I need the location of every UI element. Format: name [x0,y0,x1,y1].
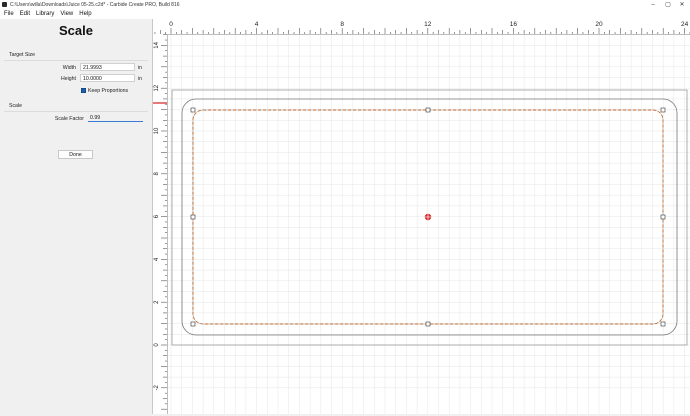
design-canvas[interactable] [168,35,690,414]
ruler-label: 16 [510,21,518,28]
app-icon [2,2,7,7]
menu-view[interactable]: View [60,11,73,17]
width-field[interactable]: 21.9993 [80,63,135,71]
resize-handle [190,214,196,220]
width-unit: in [138,65,143,71]
section-divider [4,111,148,112]
height-field[interactable]: 10.0000 [80,74,135,82]
keep-proportions-checkbox[interactable] [81,88,86,93]
resize-handle [660,107,666,113]
resize-handle [190,107,196,113]
left-ruler: 14 12 10 8 6 4 2 0 -2 [153,34,168,414]
ruler-label: 14 [154,41,160,48]
minimize-icon[interactable]: – [646,0,660,9]
ruler-label: 12 [154,84,160,91]
height-label: Height [61,76,76,82]
target-size-label: Target Size [9,52,35,58]
menu-bar: File Edit Library View Help [0,9,690,19]
ruler-label: 0 [169,21,173,28]
height-unit: in [138,76,143,82]
ruler-label: 20 [595,21,603,28]
ruler-label: 2 [154,300,160,304]
window-title: C:\Users\willa\Downloads\Juice 05-25.c2d… [10,1,180,8]
done-button[interactable]: Done [58,150,93,159]
ruler-label: 6 [154,214,160,218]
keep-proportions-label: Keep Proportions [88,88,129,94]
scale-section-label: Scale [9,103,22,109]
ruler-label: 10 [154,127,160,134]
ruler-label: 4 [154,257,160,261]
ruler-label: 0 [154,343,160,347]
panel-title: Scale [59,23,93,38]
resize-handle [660,321,666,327]
top-ruler-ticks: 0 4 8 12 16 20 24 [154,21,690,34]
resize-handle [425,321,431,327]
ruler-label: 12 [424,21,432,28]
close-icon[interactable]: ✕ [675,0,689,9]
scale-panel: Scale Target Size Width 21.9993 in Heigh… [0,19,153,414]
width-label: Width [62,65,76,71]
menu-help[interactable]: Help [79,11,91,17]
resize-handle [190,321,196,327]
ruler-label: 4 [255,21,259,28]
ruler-label: 8 [340,21,344,28]
left-ruler-ticks: 14 12 10 8 6 4 2 0 -2 [153,34,167,410]
ruler-label: -2 [154,384,160,390]
canvas-svg [168,35,690,414]
section-divider [4,60,148,61]
resize-handle [660,214,666,220]
menu-file[interactable]: File [4,11,14,17]
menu-edit[interactable]: Edit [20,11,30,17]
scale-factor-label: Scale Factor [54,116,84,122]
ruler-label: 8 [154,171,160,175]
ruler-label: 24 [681,21,689,28]
scale-factor-field[interactable]: 0.99 [88,114,143,122]
resize-handle [425,107,431,113]
maximize-icon[interactable]: ▢ [661,0,675,9]
menu-library[interactable]: Library [36,11,54,17]
top-ruler: 0 4 8 12 16 20 24 [153,19,690,35]
